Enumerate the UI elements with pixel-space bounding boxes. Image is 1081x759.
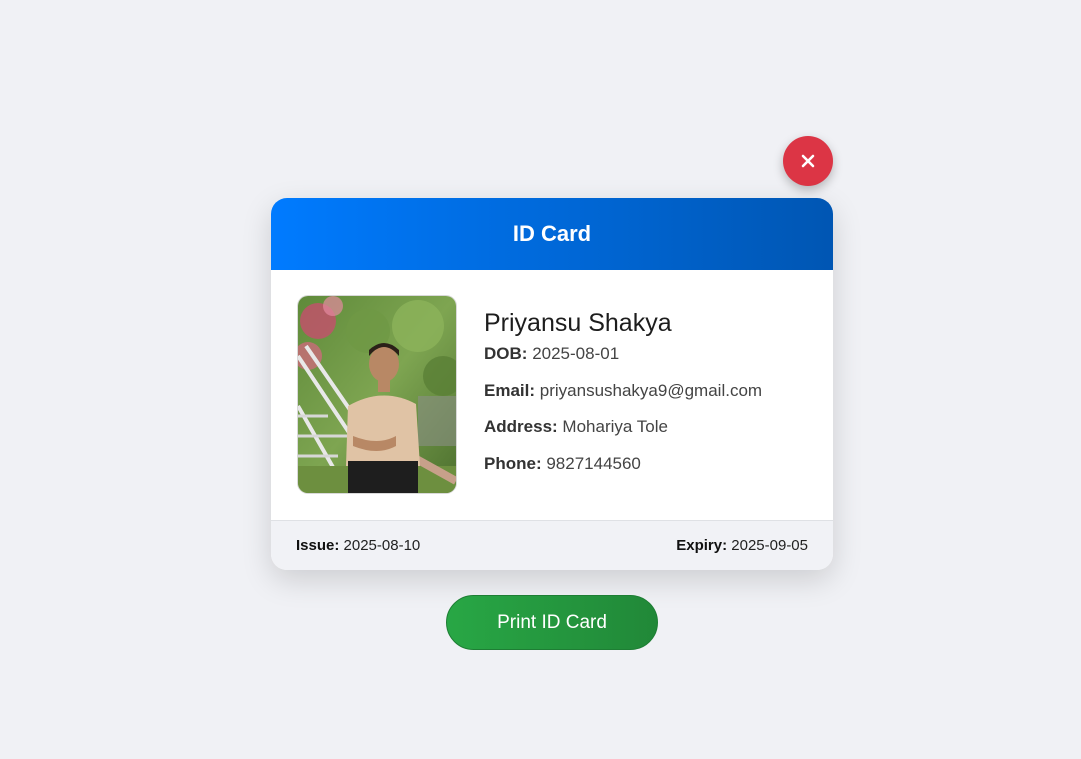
close-button[interactable] <box>783 136 833 186</box>
profile-photo <box>298 296 456 493</box>
id-card: ID Card Priyansu Shakya DOB: 2025-08-01 … <box>271 198 833 570</box>
email-row: Email: priyansushakya9@gmail.com <box>484 381 814 401</box>
email-value: priyansushakya9@gmail.com <box>539 380 763 400</box>
address-row: Address: Mohariya Tole <box>484 417 814 437</box>
phone-label: Phone: <box>484 453 542 473</box>
expiry-date: Expiry: 2025-09-05 <box>676 537 808 554</box>
address-label: Address: <box>484 417 558 436</box>
phone-row: Phone: 9827144560 <box>484 454 814 474</box>
page: ID Card Priyansu Shakya DOB: 2025-08-01 … <box>0 0 1081 759</box>
info-section: Priyansu Shakya DOB: 2025-08-01 Email: p… <box>484 308 814 490</box>
phone-value: 9827144560 <box>546 453 641 473</box>
expiry-label: Expiry: <box>676 537 728 554</box>
card-body: Priyansu Shakya DOB: 2025-08-01 Email: p… <box>271 270 833 520</box>
dob-value: 2025-08-01 <box>532 344 620 363</box>
issue-label: Issue: <box>296 537 340 554</box>
email-label: Email: <box>484 380 536 400</box>
holder-name: Priyansu Shakya <box>484 309 672 337</box>
address-value: Mohariya Tole <box>562 417 668 436</box>
dob-label: DOB: <box>484 344 528 363</box>
card-header: ID Card <box>271 198 833 270</box>
print-id-card-button[interactable]: Print ID Card <box>446 595 658 650</box>
expiry-value: 2025-09-05 <box>731 537 808 554</box>
card-footer: Issue: 2025-08-10 Expiry: 2025-09-05 <box>271 520 833 570</box>
print-button-label: Print ID Card <box>497 611 607 633</box>
issue-date: Issue: 2025-08-10 <box>296 537 420 554</box>
dob-row: DOB: 2025-08-01 <box>484 344 814 364</box>
card-title: ID Card <box>512 221 592 246</box>
issue-value: 2025-08-10 <box>343 537 421 554</box>
close-icon <box>801 154 815 168</box>
